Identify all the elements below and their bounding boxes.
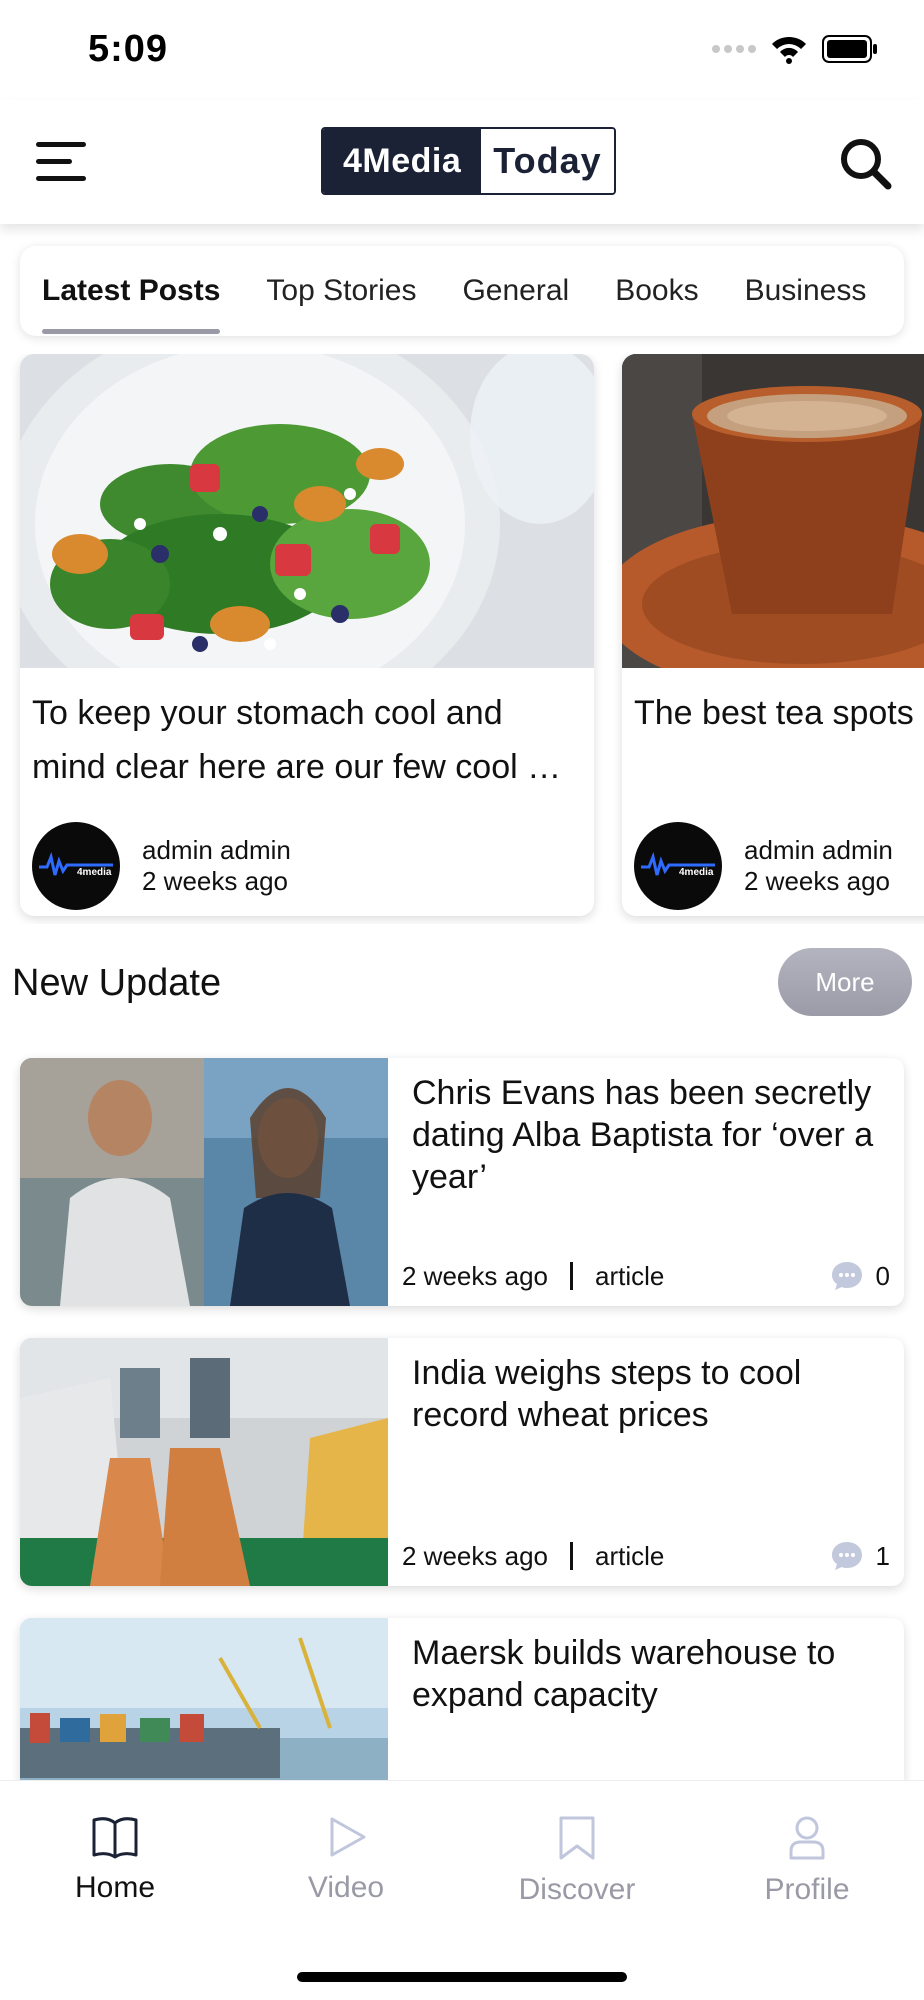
nav-home-label: Home <box>74 1871 156 1904</box>
nav-discover[interactable]: Discover <box>487 1815 667 1907</box>
section-title-new-update: New Update <box>12 962 222 1004</box>
play-icon <box>330 1817 366 1857</box>
svg-text:4media: 4media <box>679 867 714 878</box>
tab-business[interactable]: Business <box>745 246 867 336</box>
post-card[interactable]: The best tea spots 4media admin admin 2 … <box>622 354 924 916</box>
home-indicator <box>297 1972 627 1982</box>
update-card[interactable]: India weighs steps to cool record wheat … <box>20 1338 904 1586</box>
logo-right-text: Today <box>481 129 614 193</box>
update-time: 2 weeks ago <box>402 1540 548 1571</box>
nav-discover-label: Discover <box>518 1873 636 1906</box>
nav-profile[interactable]: Profile <box>717 1815 897 1907</box>
update-title[interactable]: India weighs steps to cool record wheat … <box>388 1338 904 1436</box>
more-button[interactable]: More <box>778 948 912 1016</box>
post-time: 2 weeks ago <box>142 866 288 896</box>
post-title[interactable]: The best tea spots <box>622 668 924 814</box>
post-title[interactable]: To keep your stomach cool and mind clear… <box>20 668 594 814</box>
comment-count: 1 <box>875 1540 890 1571</box>
post-image <box>20 354 594 668</box>
update-title[interactable]: Chris Evans has been secretly dating Alb… <box>388 1058 904 1198</box>
post-author: admin admin <box>744 835 893 865</box>
tab-general[interactable]: General <box>462 246 569 336</box>
tab-top-stories[interactable]: Top Stories <box>266 246 416 336</box>
comment-count: 0 <box>875 1260 890 1291</box>
update-meta: 2 weeks ago article 0 <box>402 1260 890 1292</box>
comment-icon[interactable] <box>830 1260 864 1292</box>
status-icons <box>712 34 878 64</box>
menu-icon <box>36 142 86 147</box>
book-icon <box>92 1817 138 1859</box>
update-image <box>20 1058 388 1306</box>
bookmark-icon <box>559 1816 595 1860</box>
wifi-icon <box>772 36 806 64</box>
post-meta: 4media admin admin 2 weeks ago <box>20 814 594 916</box>
app-header: 4Media Today <box>0 100 924 224</box>
post-meta: 4media admin admin 2 weeks ago <box>622 814 924 916</box>
post-image <box>622 354 924 668</box>
app-logo: 4Media Today <box>321 127 616 195</box>
cellular-signal-icon <box>712 45 756 53</box>
latest-posts-carousel[interactable]: To keep your stomach cool and mind clear… <box>0 354 924 924</box>
post-time: 2 weeks ago <box>744 866 890 896</box>
4media-logo-icon: 4media <box>641 851 715 878</box>
update-title[interactable]: Maersk builds warehouse to expand capaci… <box>388 1618 904 1716</box>
update-card[interactable]: Chris Evans has been secretly dating Alb… <box>20 1058 904 1306</box>
status-bar: 5:09 <box>0 0 924 100</box>
search-icon[interactable] <box>836 134 896 194</box>
update-type: article <box>594 1540 665 1571</box>
update-type: article <box>594 1260 665 1291</box>
4media-logo-icon: 4media <box>39 851 113 878</box>
menu-button[interactable] <box>36 140 92 184</box>
tab-latest-posts[interactable]: Latest Posts <box>42 246 221 336</box>
bottom-navigation: Home Video Discover Profile <box>0 1780 924 2000</box>
logo-left-text: 4Media <box>323 129 482 193</box>
meta-divider <box>569 1542 573 1570</box>
user-icon <box>789 1816 825 1860</box>
post-card[interactable]: To keep your stomach cool and mind clear… <box>20 354 594 916</box>
status-time: 5:09 <box>88 28 169 70</box>
post-author: admin admin <box>142 835 291 865</box>
battery-icon <box>822 35 877 63</box>
avatar: 4media <box>32 822 120 910</box>
nav-video-label: Video <box>307 1871 385 1904</box>
nav-profile-label: Profile <box>764 1873 850 1906</box>
update-image <box>20 1338 388 1586</box>
category-tabs: Latest Posts Top Stories General Books B… <box>20 246 904 336</box>
avatar: 4media <box>634 822 722 910</box>
meta-divider <box>569 1262 573 1290</box>
nav-video[interactable]: Video <box>256 1815 436 1905</box>
comment-icon[interactable] <box>830 1540 864 1572</box>
nav-home[interactable]: Home <box>25 1815 205 1905</box>
svg-text:4media: 4media <box>77 867 112 878</box>
update-time: 2 weeks ago <box>402 1260 548 1291</box>
tab-books[interactable]: Books <box>615 246 698 336</box>
update-meta: 2 weeks ago article 1 <box>402 1540 890 1572</box>
